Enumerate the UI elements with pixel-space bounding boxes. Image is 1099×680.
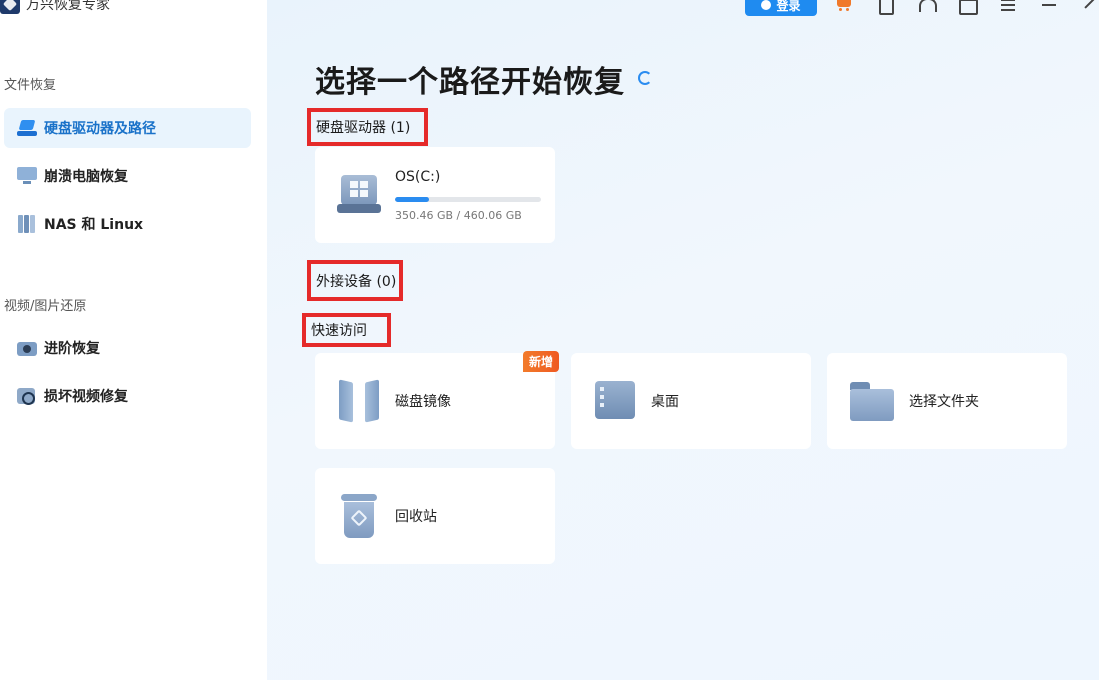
quick-card-label: 回收站 [395,509,437,525]
section-header-text: 快速访问 [311,323,367,339]
sign-in-icon[interactable] [876,0,894,15]
sidebar: 万兴恢复专家 文件恢复 硬盘驱动器及路径 崩溃电脑恢复 NAS 和 Linux … [0,0,267,680]
app-title-bar: 万兴恢复专家 [0,0,110,16]
sidebar-item-hard-drives[interactable]: 硬盘驱动器及路径 [4,108,251,148]
sidebar-item-label: NAS 和 Linux [44,217,144,233]
quick-card-disk-mirror[interactable]: 磁盘镜像 新增 [315,351,559,449]
login-label: 登录 [776,0,801,13]
section-label-video-photo: 视频/图片还原 [4,299,87,314]
recycle-symbol-icon [350,509,368,527]
recycle-bin-icon [337,494,381,538]
quick-card-label: 桌面 [651,394,679,410]
quick-card-desktop[interactable]: 桌面 [571,353,811,449]
sidebar-item-label: 进阶恢复 [44,341,100,357]
quick-card-label: 选择文件夹 [909,394,979,410]
new-badge: 新增 [522,351,559,372]
sidebar-item-label: 硬盘驱动器及路径 [44,121,156,137]
sidebar-item-label: 损坏视频修复 [44,389,128,405]
video-repair-icon [17,387,37,405]
drive-usage-bar [395,196,541,202]
cart-icon[interactable] [835,0,853,14]
minimize-icon[interactable] [1040,0,1058,14]
user-icon [761,0,772,10]
nas-icon [17,215,37,233]
section-header-text: 硬盘驱动器 (1) [316,120,411,136]
close-icon[interactable] [1081,0,1099,14]
sidebar-item-crashed-pc[interactable]: 崩溃电脑恢复 [4,156,251,196]
camera-icon [17,339,37,357]
section-header-text: 外接设备 (0) [316,273,397,290]
drive-icon [337,175,381,215]
top-toolbar: 登录 [745,0,1099,16]
drive-name: OS(C:) [395,168,441,185]
mail-icon[interactable] [958,0,978,15]
drive-card-c[interactable]: OS(C:) 350.46 GB / 460.06 GB [315,147,555,243]
login-button[interactable]: 登录 [745,0,817,16]
app-name: 万兴恢复专家 [26,0,110,13]
refresh-icon[interactable] [638,71,652,85]
section-header-external: 外接设备 (0) [307,260,403,301]
hard-drive-icon [17,120,37,136]
sidebar-item-video-repair[interactable]: 损坏视频修复 [4,376,251,416]
headset-icon[interactable] [917,0,937,14]
quick-card-recycle-bin[interactable]: 回收站 [315,468,555,564]
section-header-hard-drives: 硬盘驱动器 (1) [307,108,428,146]
sidebar-item-nas-linux[interactable]: NAS 和 Linux [4,204,251,244]
drive-size-text: 350.46 GB / 460.06 GB [395,208,522,222]
sidebar-item-label: 崩溃电脑恢复 [44,169,128,185]
windows-logo-icon [350,181,368,197]
drive-usage-fill [395,196,429,202]
section-label-file-recovery: 文件恢复 [4,78,57,93]
desktop-icon [593,379,637,423]
quick-card-select-folder[interactable]: 选择文件夹 [827,353,1067,449]
folder-icon [849,380,895,422]
page-title: 选择一个路径开始恢复 [315,65,625,100]
quick-card-label: 磁盘镜像 [395,394,451,410]
app-logo-icon [0,0,20,14]
monitor-icon [17,167,37,185]
section-header-quick-access: 快速访问 [302,313,391,347]
main-panel: 登录 选择一个路径开始恢复 硬盘驱动器 (1) OS(C:) 350.46 GB… [267,0,1099,680]
sidebar-item-advanced-recovery[interactable]: 进阶恢复 [4,328,251,368]
drive-info: OS(C:) 350.46 GB / 460.06 GB [395,169,541,222]
disk-mirror-icon [337,379,381,423]
menu-icon[interactable] [999,0,1017,14]
